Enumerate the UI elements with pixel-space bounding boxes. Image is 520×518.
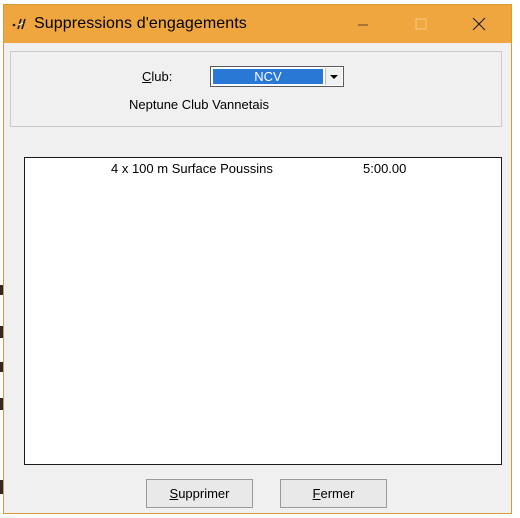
window-title: Suppressions d'engagements <box>34 15 247 32</box>
club-full-name: Neptune Club Vannetais <box>129 97 269 112</box>
engagements-list[interactable]: 4 x 100 m Surface Poussins 5:00.00 <box>24 157 502 465</box>
maximize-icon[interactable] <box>398 5 444 43</box>
club-label-accelerator: C <box>142 69 152 84</box>
minimize-icon[interactable] <box>340 5 386 43</box>
dialog-window: Suppressions d'engagements Club: NCV Nep… <box>3 4 512 514</box>
event-name: 4 x 100 m Surface Poussins <box>111 161 273 176</box>
delete-button[interactable]: Supprimer <box>146 479 253 508</box>
club-select[interactable]: NCV <box>210 66 344 87</box>
close-button[interactable]: Fermer <box>280 479 387 508</box>
delete-button-label: upprimer <box>178 486 230 501</box>
club-label-text: lub: <box>151 69 173 84</box>
close-icon[interactable] <box>456 5 502 43</box>
close-button-label: ermer <box>320 486 355 501</box>
close-button-accelerator: F <box>312 486 321 501</box>
event-time: 5:00.00 <box>363 161 407 176</box>
list-item[interactable]: 4 x 100 m Surface Poussins 5:00.00 <box>25 158 501 176</box>
club-panel: Club: NCV Neptune Club Vannetais <box>10 51 502 127</box>
delete-button-accelerator: S <box>169 486 179 501</box>
club-select-value: NCV <box>213 69 323 84</box>
club-select-arrow-button[interactable] <box>325 68 342 85</box>
app-icon <box>12 18 26 30</box>
chevron-down-icon <box>330 75 338 79</box>
title-bar[interactable]: Suppressions d'engagements <box>4 5 511 43</box>
club-label: Club: <box>142 69 172 84</box>
